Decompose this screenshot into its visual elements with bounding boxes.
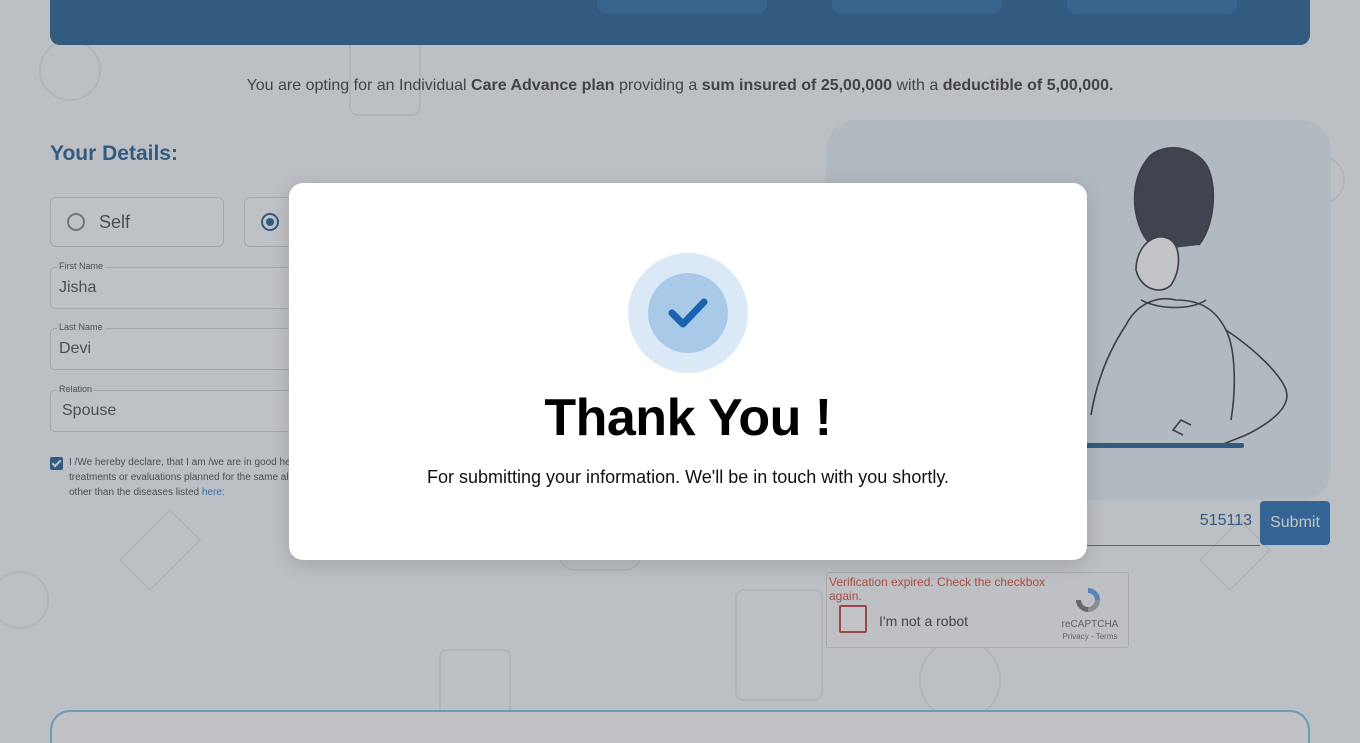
- modal-title: Thank You !: [544, 389, 832, 447]
- thank-you-modal: Thank You ! For submitting your informat…: [289, 183, 1087, 560]
- success-badge: [628, 253, 748, 373]
- check-icon: [668, 298, 708, 328]
- success-badge-inner: [648, 273, 728, 353]
- modal-subtitle: For submitting your information. We'll b…: [427, 467, 949, 487]
